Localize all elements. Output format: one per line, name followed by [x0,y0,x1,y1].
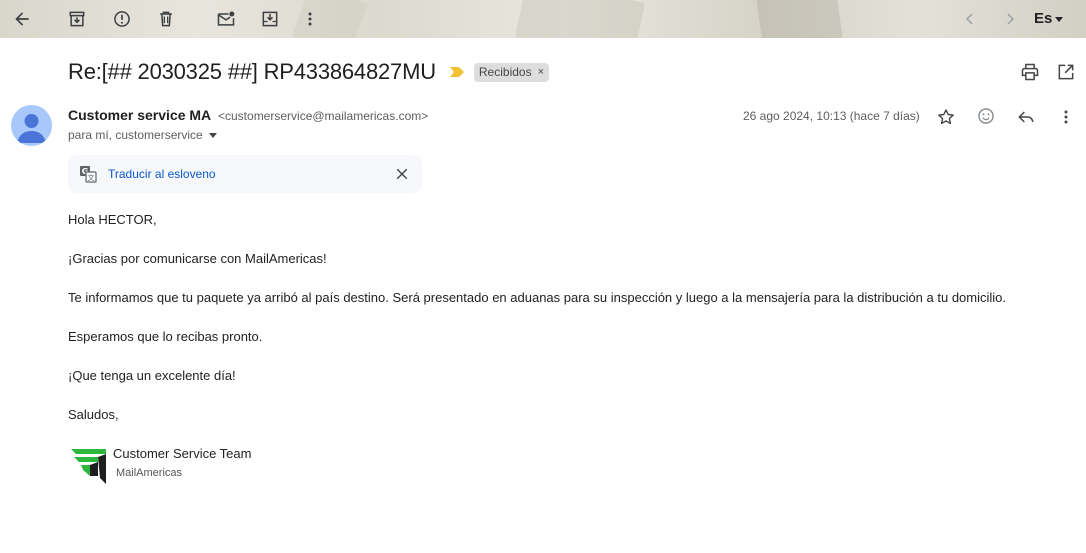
open-in-new-window-icon[interactable] [1054,60,1078,84]
signature-company: MailAmericas [116,467,183,479]
person-icon [17,114,46,143]
print-icon[interactable] [1018,60,1042,84]
body-closing: Saludos, [68,407,119,422]
label-chip-text: Recibidos [478,65,532,79]
body-paragraph: ¡Gracias por comunicarse con MailAmerica… [68,251,327,266]
more-vert-icon[interactable] [1054,105,1078,129]
email-subject: Re:[## 2030325 ##] RP433864827MU [68,59,436,84]
recipients-text: para mí, customerservice [68,128,203,142]
label-chip-inbox[interactable]: Recibidos × [473,62,550,82]
language-label: Es [1034,9,1053,27]
svg-text:文: 文 [88,173,95,182]
star-icon[interactable] [934,105,958,129]
body-paragraph: ¡Que tenga un excelente día! [68,368,236,383]
close-icon[interactable] [392,164,412,184]
body-paragraph: Te informamos que tu paquete ya arribó a… [68,290,1007,305]
body-greeting: Hola HECTOR, [68,212,157,227]
message-date: 26 ago 2024, 10:13 (hace 7 días) [743,109,920,123]
chevron-left-icon[interactable] [954,3,986,35]
back-arrow-icon[interactable] [6,3,38,35]
remove-label-icon[interactable]: × [538,66,544,78]
sender-email: <customerservice@mailamericas.com> [218,109,429,123]
chevron-right-icon[interactable] [994,3,1026,35]
body-paragraph: Esperamos que lo recibas pronto. [68,329,263,344]
trash-icon[interactable] [150,3,182,35]
mailamericas-logo [71,449,106,484]
archive-icon[interactable] [61,3,93,35]
translate-bar: G 文 Traducir al esloveno [68,155,422,193]
reply-icon[interactable] [1014,105,1038,129]
caret-down-icon [208,132,217,138]
translate-link[interactable]: Traducir al esloveno [108,167,216,181]
report-spam-icon[interactable] [106,3,138,35]
recipients-toggle[interactable]: para mí, customerservice [68,128,217,142]
signature-name: Customer Service Team [113,446,252,461]
toolbar: Es [0,0,1086,38]
emoji-reaction-icon[interactable] [974,104,998,128]
translate-icon: G 文 [80,166,97,183]
caret-down-icon [1055,16,1064,22]
move-to-icon[interactable] [254,3,286,35]
subject-row: Re:[## 2030325 ##] RP433864827MU Recibid… [68,58,550,86]
mark-unread-icon[interactable] [210,3,242,35]
importance-marker-icon[interactable] [449,67,464,77]
sender-name[interactable]: Customer service MA [68,107,211,123]
avatar[interactable] [11,105,52,146]
language-selector[interactable]: Es [1034,6,1064,30]
more-vert-icon[interactable] [294,3,326,35]
